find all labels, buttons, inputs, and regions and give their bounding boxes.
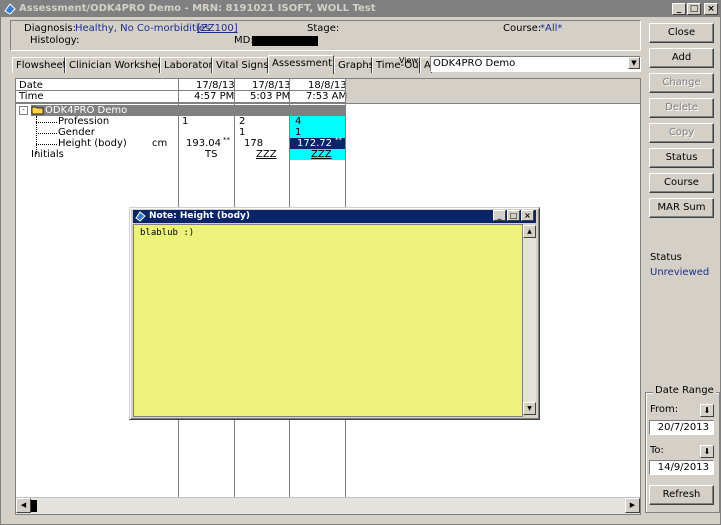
cell-height-3[interactable]: 172.72	[297, 138, 332, 149]
note-text: blablub :)	[140, 228, 195, 238]
row-unit-height: cm	[152, 138, 168, 149]
note-title-bar[interactable]: Note: Height (body) _ □ ×	[133, 210, 536, 223]
copy-button[interactable]: Copy	[649, 123, 714, 143]
patient-header: Diagnosis: Healthy, No Co-morbidities [Z…	[10, 20, 641, 51]
cell-profession-2[interactable]: 2	[239, 116, 245, 127]
scroll-left-icon[interactable]: ◀	[16, 498, 31, 513]
from-label: From:	[650, 404, 679, 415]
title-bar[interactable]: Assessment/ODK4PRO Demo - MRN: 8191021 I…	[1, 1, 720, 17]
histology-label: Histology:	[30, 35, 80, 46]
view-select-value: ODK4PRO Demo	[433, 58, 516, 69]
note-minimize-button[interactable]: _	[493, 210, 506, 221]
row-label-profession: Profession	[58, 116, 110, 127]
course-label: Course:	[503, 23, 542, 34]
to-dropdown-icon[interactable]: ⬇	[700, 445, 714, 458]
minimize-button[interactable]: _	[672, 3, 686, 15]
time-header: Time	[19, 91, 44, 102]
col-3-date: 18/8/13	[308, 80, 347, 91]
cell-initials-1[interactable]: TS	[205, 149, 217, 160]
diagnosis-code-link[interactable]: [ZZ100]	[197, 23, 238, 34]
md-label: MD:	[234, 35, 254, 46]
status-label: Status	[650, 252, 682, 263]
cell-height-2[interactable]: 178	[244, 138, 263, 149]
refresh-button[interactable]: Refresh	[649, 485, 714, 505]
note-marker-3: **	[335, 136, 342, 144]
add-button[interactable]: Add	[649, 48, 714, 68]
scroll-up-icon[interactable]: ▲	[523, 225, 536, 238]
from-dropdown-icon[interactable]: ⬇	[700, 404, 714, 417]
maximize-button[interactable]: □	[687, 3, 701, 15]
view-label: View	[399, 56, 418, 65]
horizontal-scrollbar[interactable]: ◀ ▶	[16, 497, 640, 514]
change-button[interactable]: Change	[649, 73, 714, 93]
tab-clinician-worksheet[interactable]: Clinician Worksheet	[65, 57, 168, 73]
tab-assessment[interactable]: Assessment	[268, 55, 334, 74]
delete-button[interactable]: Delete	[649, 98, 714, 118]
folder-icon	[31, 106, 44, 115]
date-header: Date	[19, 80, 43, 91]
close-window-button[interactable]: ×	[704, 3, 718, 15]
note-vertical-scrollbar[interactable]: ▲ ▼	[523, 225, 536, 415]
row-label-gender: Gender	[58, 127, 95, 138]
chevron-down-icon[interactable]: ▼	[628, 57, 640, 69]
row-label-initials: Initials	[31, 149, 64, 160]
scroll-right-icon[interactable]: ▶	[625, 498, 640, 513]
tab-flowsheet[interactable]: Flowsheet	[12, 57, 67, 73]
cell-initials-2[interactable]: ZZZ	[256, 149, 277, 160]
stage-label: Stage:	[307, 23, 340, 34]
scroll-thumb[interactable]	[31, 500, 37, 512]
to-date-field[interactable]: 14/9/2013	[649, 460, 714, 475]
close-button[interactable]: Close	[649, 23, 714, 43]
from-date-field[interactable]: 20/7/2013	[649, 420, 714, 435]
cell-initials-3[interactable]: ZZZ	[311, 149, 332, 160]
note-text-area[interactable]: blablub :)	[133, 224, 523, 417]
diagnosis-value: Healthy, No Co-morbidities	[75, 23, 211, 34]
col-3-time: 7:53 AM	[306, 91, 348, 102]
course-button[interactable]: Course	[649, 173, 714, 193]
collapse-icon[interactable]: -	[19, 106, 28, 115]
row-label-height: Height (body)	[58, 138, 127, 149]
group-label: ODK4PRO Demo	[45, 105, 128, 116]
note-close-button[interactable]: ×	[521, 210, 534, 221]
note-marker-1: **	[223, 136, 230, 144]
mar-sum-button[interactable]: MAR Sum	[649, 198, 714, 218]
cell-gender-3[interactable]: 1	[295, 127, 301, 138]
col-2-date: 17/8/13	[252, 80, 291, 91]
col-1-time: 4:57 PM	[194, 91, 235, 102]
to-label: To:	[650, 445, 664, 456]
note-title: Note: Height (body)	[149, 211, 251, 221]
cell-height-1[interactable]: 193.04	[186, 138, 221, 149]
tab-vital-signs[interactable]: Vital Signs	[212, 57, 268, 73]
tab-laboratory[interactable]: Laboratory	[160, 57, 218, 73]
note-dialog: Note: Height (body) _ □ × blablub :) ▲ ▼	[129, 207, 540, 420]
assessment-window: Assessment/ODK4PRO Demo - MRN: 8191021 I…	[0, 0, 721, 525]
note-icon	[135, 211, 146, 222]
view-select[interactable]: ODK4PRO Demo ▼	[430, 56, 641, 72]
col-2-time: 5:03 PM	[250, 91, 291, 102]
window-title: Assessment/ODK4PRO Demo - MRN: 8191021 I…	[19, 3, 376, 14]
cell-profession-3[interactable]: 4	[295, 116, 301, 127]
scroll-down-icon[interactable]: ▼	[523, 402, 536, 415]
cell-profession-1[interactable]: 1	[182, 116, 188, 127]
date-range-title: Date Range	[653, 385, 716, 396]
col-1-date: 17/8/13	[196, 80, 235, 91]
redacted-md	[252, 36, 318, 46]
tab-graphs[interactable]: Graphs	[334, 57, 374, 73]
diagnosis-label: Diagnosis:	[24, 23, 76, 34]
course-value: *All*	[540, 23, 563, 34]
status-value: Unreviewed	[650, 267, 710, 278]
status-button[interactable]: Status	[649, 148, 714, 168]
cell-gender-2[interactable]: 1	[239, 127, 245, 138]
app-icon	[4, 3, 16, 15]
note-maximize-button[interactable]: □	[507, 210, 520, 221]
